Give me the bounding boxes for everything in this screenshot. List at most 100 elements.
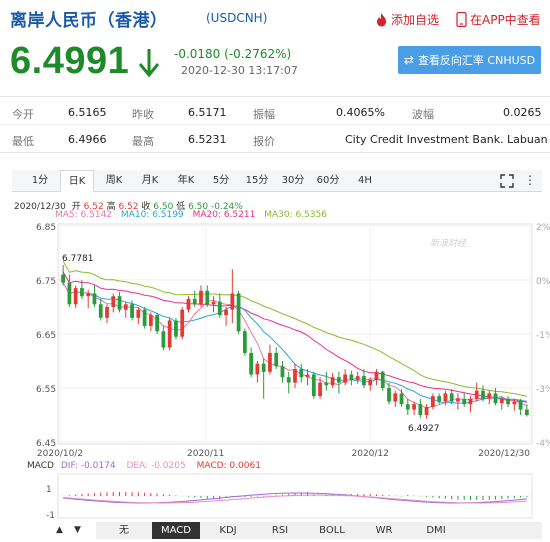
candle <box>380 371 385 388</box>
candle <box>343 374 348 383</box>
tab-30min[interactable]: 30分 <box>276 170 310 192</box>
tab-yearly-k[interactable]: 年K <box>170 170 202 192</box>
macd-value-legend: MACD: 0.0061 <box>196 461 261 471</box>
candle <box>299 369 304 378</box>
candle <box>117 296 122 310</box>
candle <box>148 315 153 326</box>
candle <box>443 393 448 402</box>
candle <box>268 352 272 372</box>
add-favorite-button[interactable]: 添加自选 <box>375 11 439 28</box>
amplitude-label: 振幅 <box>253 108 275 121</box>
candle <box>249 352 254 375</box>
more-icon[interactable]: ⋮ <box>524 170 536 190</box>
quote-time: 2020-12-30 13:17:07 <box>181 64 298 77</box>
scroll-up-icon[interactable]: ▲ <box>56 522 70 539</box>
candle <box>255 363 260 375</box>
tab-5min[interactable]: 5分 <box>205 170 237 192</box>
pct-tick-label: -1% <box>536 331 550 341</box>
tab-none[interactable]: 无 <box>100 522 148 539</box>
candle <box>67 282 72 305</box>
max-annotation: 6.7781 <box>62 254 94 264</box>
tab-60min[interactable]: 60分 <box>311 170 345 192</box>
tab-weekly-k[interactable]: 周K <box>98 170 130 192</box>
y-tick-label: 6.55 <box>36 385 56 395</box>
x-tick-label: 2020/11 <box>187 449 224 459</box>
current-price: 6.4991 <box>10 40 130 82</box>
chart-watermark: 新浪财经 <box>430 238 467 249</box>
min-annotation: 6.4927 <box>408 424 440 434</box>
phone-icon <box>456 12 467 27</box>
prev-close-label: 昨收 <box>132 108 154 121</box>
candle <box>186 298 191 310</box>
candle <box>405 404 410 410</box>
candle <box>524 409 529 415</box>
fullscreen-icon[interactable] <box>500 174 514 188</box>
tab-kdj[interactable]: KDJ <box>204 522 252 539</box>
candle <box>199 290 203 305</box>
candle <box>123 304 128 310</box>
wave-label: 波幅 <box>412 108 434 121</box>
candle <box>105 307 109 318</box>
candle <box>130 304 134 318</box>
candle <box>236 293 241 332</box>
dif-legend: DIF: -0.0174 <box>60 461 116 471</box>
candle <box>355 376 360 380</box>
candle <box>155 315 160 332</box>
price-change: -0.0180 (-0.2762%) <box>174 47 292 61</box>
pct-tick-label: -4% <box>536 439 550 449</box>
candle <box>518 401 523 410</box>
wave-value: 0.0265 <box>503 106 542 119</box>
tab-wr[interactable]: WR <box>360 522 408 539</box>
page-title: 离岸人民币（香港） <box>10 11 168 31</box>
candle <box>161 331 166 348</box>
tab-daily-k[interactable]: 日K <box>60 170 94 192</box>
high-value: 6.5231 <box>188 133 227 146</box>
candle <box>324 382 329 386</box>
indicator-tabs: 无 MACD KDJ RSI BOLL WR DMI <box>96 522 542 539</box>
candle <box>217 301 222 316</box>
add-favorite-label: 添加自选 <box>391 13 440 27</box>
candle <box>399 393 404 405</box>
candle <box>499 398 504 404</box>
tab-monthly-k[interactable]: 月K <box>134 170 166 192</box>
candle <box>98 304 103 318</box>
candle <box>487 393 492 399</box>
candle <box>180 309 185 337</box>
low-label: 最低 <box>12 135 34 148</box>
ma30-legend: MA30: 6.5356 <box>264 210 327 220</box>
candle <box>368 379 373 386</box>
candle <box>274 352 279 367</box>
candle <box>474 390 479 399</box>
tab-1min[interactable]: 1分 <box>24 170 56 192</box>
y-tick-label: 6.45 <box>36 439 56 449</box>
candle <box>211 301 216 305</box>
tab-dmi[interactable]: DMI <box>412 522 460 539</box>
open-in-app-label: 在APP中查看 <box>470 13 541 27</box>
candle <box>318 382 322 397</box>
candle <box>305 374 310 378</box>
candle <box>424 406 429 415</box>
fire-icon <box>377 12 386 26</box>
pct-tick-label: 0% <box>536 277 550 287</box>
tab-rsi[interactable]: RSI <box>256 522 304 539</box>
candle <box>311 374 316 397</box>
candle <box>73 288 78 305</box>
candle <box>92 293 97 305</box>
candle <box>387 388 391 402</box>
tab-15min[interactable]: 15分 <box>240 170 274 192</box>
high-label: 最高 <box>132 135 154 148</box>
reverse-rate-button[interactable]: ⇄ 查看反向汇率 CNHUSD <box>398 46 541 74</box>
candle <box>280 366 285 378</box>
open-in-app-button[interactable]: 在APP中查看 <box>456 11 541 28</box>
tab-4h[interactable]: 4H <box>348 170 382 192</box>
candle <box>86 293 91 297</box>
candle <box>142 309 147 326</box>
tab-macd[interactable]: MACD <box>152 522 200 539</box>
scroll-down-icon[interactable]: ▼ <box>74 522 88 539</box>
pct-tick-label: -3% <box>536 385 550 395</box>
divider <box>0 96 550 97</box>
candle <box>412 404 416 410</box>
candle <box>468 398 473 405</box>
macd-legend-label: MACD <box>27 461 54 471</box>
tab-boll[interactable]: BOLL <box>308 522 356 539</box>
